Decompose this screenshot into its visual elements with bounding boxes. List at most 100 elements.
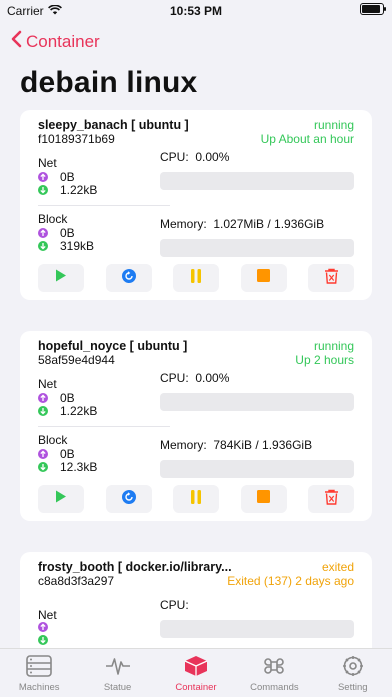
cpu-usage-bar	[160, 393, 354, 411]
download-arrow-icon	[38, 462, 48, 472]
net-tx: 0B	[38, 170, 75, 184]
container-status: running Up About an hour	[261, 118, 354, 146]
status-uptime: Up 2 hours	[295, 353, 354, 367]
net-rx: 1.22kB	[38, 183, 97, 197]
stop-button[interactable]	[240, 485, 287, 513]
delete-button[interactable]	[308, 485, 354, 513]
divider	[38, 205, 170, 206]
cpu-metric: CPU: 0.00%	[160, 150, 229, 164]
cpu-usage-bar	[160, 172, 354, 190]
upload-arrow-icon	[38, 172, 48, 182]
cpu-usage-bar	[160, 620, 354, 638]
container-name: frosty_booth [ docker.io/library...	[38, 560, 232, 574]
block-write-value: 319kB	[60, 239, 95, 253]
status-state: exited	[321, 560, 354, 574]
status-time: 10:53 PM	[169, 4, 223, 18]
container-status: running Up 2 hours	[295, 339, 354, 367]
memory-label: Memory:	[160, 217, 207, 231]
container-status: exited Exited (137) 2 days ago	[227, 560, 354, 588]
tab-label: Statue	[103, 682, 132, 693]
block-label: Block	[38, 212, 68, 226]
memory-usage-bar	[160, 460, 354, 478]
status-uptime: Exited (137) 2 days ago	[227, 574, 354, 588]
stop-button[interactable]	[240, 264, 287, 292]
net-label: Net	[38, 608, 57, 622]
memory-label: Memory:	[160, 438, 207, 452]
back-button[interactable]: Container	[10, 30, 100, 53]
block-read-value: 0B	[60, 226, 75, 240]
status-bar: Carrier 10:53 PM	[0, 0, 392, 22]
container-name: hopeful_noyce [ ubuntu ]	[38, 339, 188, 353]
tab-statue[interactable]: Statue	[78, 649, 156, 697]
cpu-metric: CPU:	[160, 598, 192, 612]
cpu-value: 0.00%	[195, 150, 230, 164]
container-id: f10189371b69	[38, 132, 115, 146]
tab-bar: Machines Statue Container Commands Setti…	[0, 648, 392, 697]
action-bar	[38, 485, 354, 513]
net-label: Net	[38, 377, 57, 391]
stop-icon	[257, 490, 270, 508]
memory-metric: Memory: 784KiB / 1.936GiB	[160, 438, 312, 452]
upload-arrow-icon	[38, 449, 48, 459]
delete-button[interactable]	[308, 264, 354, 292]
start-button[interactable]	[38, 485, 84, 513]
block-write-value: 12.3kB	[60, 460, 98, 474]
tab-label: Setting	[337, 682, 368, 693]
download-arrow-icon	[38, 185, 48, 195]
restart-button[interactable]	[105, 264, 152, 292]
download-arrow-icon	[38, 406, 48, 416]
trash-icon	[324, 489, 339, 510]
net-rx-value: 1.22kB	[60, 404, 98, 418]
status-uptime: Up About an hour	[260, 132, 354, 146]
block-read: 0B	[38, 447, 75, 461]
status-state: running	[313, 339, 354, 353]
command-icon	[261, 655, 287, 682]
container-id: c8a8d3f3a297	[38, 574, 115, 588]
block-read-value: 0B	[60, 447, 75, 461]
net-label: Net	[38, 156, 57, 170]
tab-label: Machines	[18, 682, 60, 693]
restart-icon	[121, 489, 136, 509]
download-arrow-icon	[38, 241, 48, 251]
upload-arrow-icon	[38, 622, 48, 632]
pause-icon	[190, 489, 202, 509]
tab-setting[interactable]: Setting	[314, 649, 392, 697]
net-rx: 1.22kB	[38, 404, 97, 418]
action-bar	[38, 264, 354, 292]
container-card: hopeful_noyce [ ubuntu ] 58af59e4d944 ru…	[20, 331, 372, 521]
block-read: 0B	[38, 226, 75, 240]
memory-usage-bar	[160, 239, 354, 257]
stop-icon	[257, 269, 270, 287]
memory-value: 1.027MiB / 1.936GiB	[213, 217, 325, 231]
block-write: 319kB	[38, 239, 94, 253]
back-label: Container	[26, 31, 100, 51]
cpu-value: 0.00%	[195, 371, 230, 385]
tab-label: Container	[175, 682, 217, 693]
container-id: 58af59e4d944	[38, 353, 115, 367]
divider	[38, 426, 170, 427]
gear-icon	[340, 655, 366, 682]
memory-value: 784KiB / 1.936GiB	[213, 438, 313, 452]
play-icon	[55, 269, 67, 287]
box-icon	[183, 655, 209, 682]
pause-button[interactable]	[173, 264, 219, 292]
net-rx	[38, 635, 60, 645]
download-arrow-icon	[38, 635, 48, 645]
tab-machines[interactable]: Machines	[0, 649, 78, 697]
net-tx: 0B	[38, 391, 75, 405]
battery-icon	[360, 3, 386, 15]
container-card: frosty_booth [ docker.io/library... c8a8…	[20, 552, 372, 662]
memory-metric: Memory: 1.027MiB / 1.936GiB	[160, 217, 324, 231]
net-tx	[38, 622, 60, 632]
net-rx-value: 1.22kB	[60, 183, 98, 197]
tab-container[interactable]: Container	[157, 649, 235, 697]
chevron-left-icon	[10, 30, 26, 53]
pause-button[interactable]	[173, 485, 219, 513]
upload-arrow-icon	[38, 393, 48, 403]
block-label: Block	[38, 433, 68, 447]
restart-button[interactable]	[105, 485, 152, 513]
tab-commands[interactable]: Commands	[235, 649, 313, 697]
tab-label: Commands	[250, 682, 299, 693]
pause-icon	[190, 268, 202, 288]
start-button[interactable]	[38, 264, 84, 292]
